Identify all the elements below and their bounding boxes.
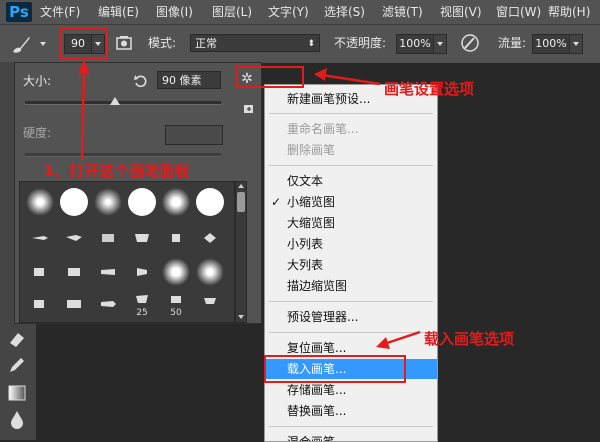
annotation-arrows [78, 60, 421, 349]
annotation-open-panel: 1、打开这个画笔面板 [44, 162, 190, 180]
annotation-load-option: 载入画笔选项 [424, 330, 515, 348]
annotation-settings-option: 画笔设置选项 [384, 80, 475, 98]
